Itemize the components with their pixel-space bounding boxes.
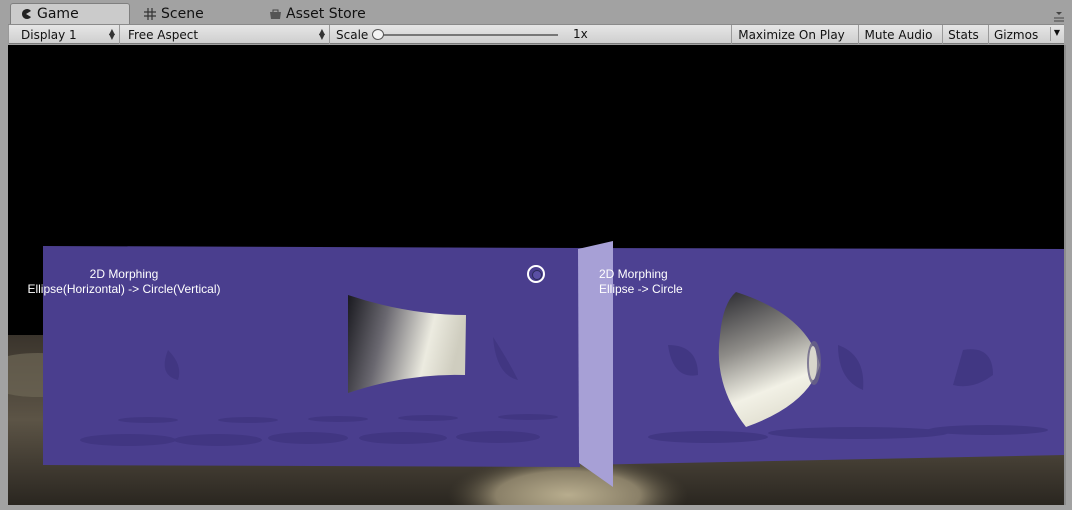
display-value: Display 1 [21,27,77,42]
scale-slider-thumb[interactable] [372,29,384,40]
tab-asset-store-label: Asset Store [286,5,366,22]
scale-control: Scale 1x [330,25,730,44]
aspect-value: Free Aspect [128,27,199,42]
aspect-dropdown[interactable]: Free Aspect ▲ ▼ [120,25,330,44]
mute-audio-label: Mute Audio [864,27,933,42]
maximize-on-play-label: Maximize On Play [738,27,845,42]
tab-scene[interactable]: Scene [143,3,204,24]
morph-label-right-title: 2D Morphing [599,267,668,281]
mute-audio-button[interactable]: Mute Audio [858,25,938,44]
stats-label: Stats [948,27,979,42]
shop-icon [268,7,282,21]
gizmos-dropdown-icon[interactable]: ▼ [1049,27,1060,41]
morph-label-right: 2D Morphing Ellipse -> Circle [599,267,719,297]
maximize-on-play-button[interactable]: Maximize On Play [731,25,851,44]
morph-label-right-subtitle: Ellipse -> Circle [599,282,683,296]
game-viewport[interactable]: 2D Morphing Ellipse(Horizontal) -> Circl… [8,45,1066,505]
cursor-reticle-icon [527,265,545,283]
dropdown-arrows-icon: ▲ ▼ [108,27,115,41]
scale-label: Scale [336,27,369,42]
morph-label-left: 2D Morphing Ellipse(Horizontal) -> Circl… [8,267,240,297]
scale-slider-track[interactable] [378,34,558,36]
gizmos-button[interactable]: Gizmos ▼ [988,25,1064,44]
gizmos-label: Gizmos [994,27,1039,42]
stats-button[interactable]: Stats [942,25,984,44]
tab-asset-store[interactable]: Asset Store [268,3,366,24]
tab-menu-icon[interactable] [1052,8,1066,22]
morph-label-left-title: 2D Morphing [89,267,159,281]
scale-value: 1x [573,27,588,41]
tab-scene-label: Scene [161,5,204,22]
game-view-toolbar: Display 1 ▲ ▼ Free Aspect ▲ ▼ Scale 1x Max… [8,24,1064,44]
tab-game-label: Game [37,6,79,22]
grid-icon [143,7,157,21]
pacman-icon [19,7,33,21]
dropdown-arrows-icon: ▲ ▼ [318,27,325,41]
display-dropdown[interactable]: Display 1 ▲ ▼ [8,25,120,44]
morph-label-left-subtitle: Ellipse(Horizontal) -> Circle(Vertical) [27,282,221,296]
tab-game[interactable]: Game [10,3,130,24]
editor-tab-bar: Game Scene Asset Store [0,0,1072,24]
